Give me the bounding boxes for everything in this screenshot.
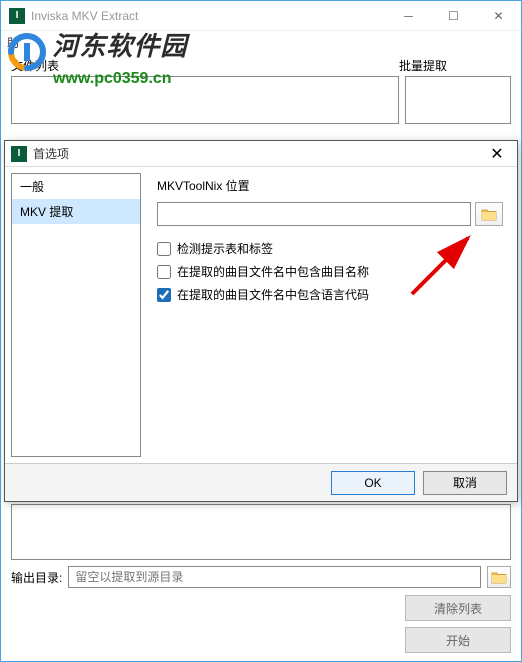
file-list-label: 文件列表 bbox=[11, 57, 399, 74]
maximize-button[interactable]: ☐ bbox=[431, 1, 476, 31]
pref-app-icon: I bbox=[11, 146, 27, 162]
menubar: 助 bbox=[1, 31, 521, 53]
right-buttons: 清除列表 开始 bbox=[405, 595, 511, 653]
pref-footer: OK 取消 bbox=[5, 463, 517, 501]
menu-help[interactable]: 助 bbox=[7, 34, 19, 51]
pref-close-button[interactable]: ✕ bbox=[477, 141, 517, 167]
path-row bbox=[157, 202, 503, 226]
sidebar-item-mkv[interactable]: MKV 提取 bbox=[12, 199, 140, 224]
checkbox-trackname[interactable] bbox=[157, 265, 171, 279]
check-detect-label: 检测提示表和标签 bbox=[177, 240, 273, 257]
batch-list[interactable] bbox=[405, 76, 511, 124]
pref-content: MKVToolNix 位置 检测提示表和标签 在提取的曲目文件名中包含曲目名称 … bbox=[141, 167, 517, 463]
mkvtoolnix-browse-button[interactable] bbox=[475, 202, 503, 226]
main-titlebar: I Inviska MKV Extract ─ ☐ ✕ bbox=[1, 1, 521, 31]
pref-titlebar: I 首选项 ✕ bbox=[5, 141, 517, 167]
check-trackname-label: 在提取的曲目文件名中包含曲目名称 bbox=[177, 263, 369, 280]
check-include-language[interactable]: 在提取的曲目文件名中包含语言代码 bbox=[157, 286, 503, 303]
pref-body: 一般 MKV 提取 MKVToolNix 位置 检测提示表和标签 在提取的曲目文… bbox=[5, 167, 517, 463]
file-list[interactable] bbox=[11, 76, 399, 124]
ok-button[interactable]: OK bbox=[331, 471, 415, 495]
close-button[interactable]: ✕ bbox=[476, 1, 521, 31]
clear-list-button[interactable]: 清除列表 bbox=[405, 595, 511, 621]
checkbox-detect[interactable] bbox=[157, 242, 171, 256]
checkbox-language[interactable] bbox=[157, 288, 171, 302]
check-detect-chapters[interactable]: 检测提示表和标签 bbox=[157, 240, 503, 257]
mkvtoolnix-path-input[interactable] bbox=[157, 202, 471, 226]
output-browse-button[interactable] bbox=[487, 566, 511, 588]
main-title: Inviska MKV Extract bbox=[31, 9, 386, 23]
minimize-button[interactable]: ─ bbox=[386, 1, 431, 31]
check-include-trackname[interactable]: 在提取的曲目文件名中包含曲目名称 bbox=[157, 263, 503, 280]
cancel-button[interactable]: 取消 bbox=[423, 471, 507, 495]
output-dir-input[interactable] bbox=[68, 566, 481, 588]
list-labels: 文件列表 批量提取 bbox=[1, 53, 521, 76]
bottom-list[interactable] bbox=[11, 504, 511, 560]
window-controls: ─ ☐ ✕ bbox=[386, 1, 521, 31]
lists-row bbox=[1, 76, 521, 124]
preferences-dialog: I 首选项 ✕ 一般 MKV 提取 MKVToolNix 位置 检测提示表和标签… bbox=[4, 140, 518, 502]
batch-label: 批量提取 bbox=[399, 57, 511, 74]
pref-title: 首选项 bbox=[33, 145, 477, 162]
folder-icon bbox=[491, 570, 507, 584]
output-label: 输出目录: bbox=[11, 569, 62, 586]
sidebar-item-general[interactable]: 一般 bbox=[12, 174, 140, 199]
mkvtoolnix-path-label: MKVToolNix 位置 bbox=[157, 177, 503, 194]
start-button[interactable]: 开始 bbox=[405, 627, 511, 653]
check-language-label: 在提取的曲目文件名中包含语言代码 bbox=[177, 286, 369, 303]
app-icon: I bbox=[9, 8, 25, 24]
folder-icon bbox=[481, 207, 497, 221]
output-row: 输出目录: bbox=[1, 560, 521, 594]
pref-sidebar: 一般 MKV 提取 bbox=[11, 173, 141, 457]
